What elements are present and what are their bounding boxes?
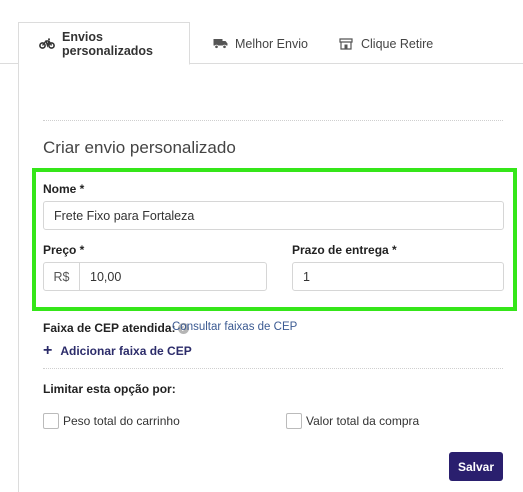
tab-label: Melhor Envio [235, 36, 308, 51]
divider [43, 120, 503, 121]
tab-clique-retire[interactable]: Clique Retire [338, 22, 433, 65]
tab-label: Envios personalizados [62, 29, 153, 58]
add-cep-label: Adicionar faixa de CEP [60, 344, 192, 358]
prazo-input-value: 1 [303, 269, 310, 284]
motorcycle-icon [39, 38, 55, 50]
preco-label: Preço * [43, 243, 85, 257]
store-icon [338, 37, 354, 50]
prazo-label: Prazo de entrega * [292, 243, 397, 257]
form-title: Criar envio personalizado [43, 138, 236, 157]
currency-prefix: R$ [44, 262, 80, 291]
nome-input-value: Frete Fixo para Fortaleza [54, 208, 195, 223]
consultar-cep-link[interactable]: Consultar faixas de CEP [172, 321, 297, 333]
tab-label: Clique Retire [361, 36, 434, 51]
tab-melhor-envio[interactable]: Melhor Envio [212, 22, 308, 65]
valor-label: Valor total da compra [306, 414, 420, 428]
nome-label: Nome * [43, 182, 85, 196]
plus-icon: + [43, 342, 53, 359]
peso-checkbox[interactable] [43, 413, 59, 429]
valor-checkbox[interactable] [286, 413, 302, 429]
divider [43, 368, 503, 369]
save-button[interactable]: Salvar [449, 452, 503, 481]
prazo-input[interactable]: 1 [292, 262, 504, 291]
tab-bar: Envios personalizados Melhor Envio Cliqu… [0, 0, 523, 65]
truck-icon [212, 38, 228, 50]
tab-envios-personalizados[interactable]: Envios personalizados [18, 22, 190, 65]
limitar-label: Limitar esta opção por: [43, 382, 176, 396]
preco-input-value: 10,00 [90, 269, 122, 284]
peso-label: Peso total do carrinho [63, 414, 180, 428]
add-cep-button[interactable]: + Adicionar faixa de CEP [43, 343, 192, 359]
nome-input[interactable]: Frete Fixo para Fortaleza [43, 201, 504, 230]
preco-input[interactable]: R$ 10,00 [43, 262, 267, 291]
cep-row: Faixa de CEP atendida: ? [43, 321, 194, 335]
cep-label: Faixa de CEP atendida: [43, 321, 176, 335]
